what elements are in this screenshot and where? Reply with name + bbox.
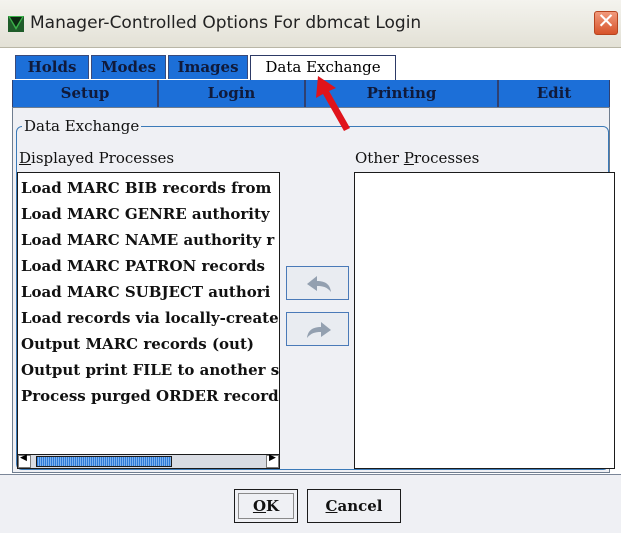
scroll-right-icon: ▶ — [269, 453, 276, 463]
other-processes-label: Other Processes — [355, 149, 479, 167]
list-item[interactable]: Load MARC GENRE authority — [21, 205, 279, 231]
list-item[interactable]: Load MARC PATRON records — [21, 257, 279, 283]
scroll-left-icon: ◀ — [20, 453, 27, 463]
app-window-icon — [8, 16, 24, 32]
button-focus-ring — [238, 493, 294, 519]
tab-label: Modes — [100, 58, 157, 76]
label-text: rocesses — [413, 149, 480, 167]
mnemonic: C — [325, 497, 338, 515]
displayed-processes-list[interactable]: Load MARC BIB records from Load MARC GEN… — [17, 172, 280, 455]
scroll-left-button[interactable]: ◀ — [18, 453, 31, 468]
tab-label: Printing — [366, 84, 437, 102]
tab-label: Images — [177, 58, 239, 76]
mnemonic: D — [19, 149, 32, 167]
move-right-button[interactable] — [286, 312, 349, 346]
close-icon: ✕ — [597, 9, 615, 33]
other-processes-list[interactable] — [354, 172, 615, 469]
tab-setup[interactable]: Setup — [13, 80, 158, 107]
list-item[interactable]: Load MARC NAME authority r — [21, 231, 279, 257]
scroll-right-button[interactable]: ▶ — [266, 453, 279, 468]
tab-holds[interactable]: Holds — [15, 55, 89, 79]
list-item[interactable]: Process purged ORDER record — [21, 387, 279, 413]
move-left-arrow-icon — [307, 276, 331, 292]
list-item[interactable]: Load MARC SUBJECT authori — [21, 283, 279, 309]
tab-label: Holds — [27, 58, 77, 76]
button-label: ancel — [337, 497, 383, 515]
move-right-arrow-icon — [307, 322, 331, 338]
tab-edit[interactable]: Edit — [498, 80, 609, 107]
window-title: Manager-Controlled Options For dbmcat Lo… — [30, 13, 422, 33]
group-legend: Data Exchange — [22, 117, 142, 135]
label-text: Other — [355, 149, 404, 167]
scroll-thumb[interactable] — [36, 456, 172, 467]
tab-login[interactable]: Login — [158, 80, 305, 107]
tab-label: Setup — [60, 84, 110, 102]
title-bar[interactable]: Manager-Controlled Options For dbmcat Lo… — [0, 0, 621, 48]
red-pointer-arrow-icon — [316, 76, 350, 131]
list-item[interactable]: Output print FILE to another s — [21, 361, 279, 387]
tab-label: Login — [207, 84, 256, 102]
cancel-button[interactable]: Cancel — [307, 489, 401, 523]
list-item[interactable]: Load MARC BIB records from — [21, 179, 279, 205]
move-left-button[interactable] — [286, 266, 349, 300]
close-button[interactable]: ✕ — [594, 9, 618, 35]
tab-label: Edit — [536, 84, 572, 102]
label-text: isplayed Processes — [31, 149, 175, 167]
mnemonic: P — [403, 149, 414, 167]
tab-modes[interactable]: Modes — [91, 55, 166, 79]
list-item[interactable]: Output MARC records (out) — [21, 335, 279, 361]
ok-button[interactable]: OK — [234, 489, 298, 523]
tab-images[interactable]: Images — [168, 55, 248, 79]
options-window: Manager-Controlled Options For dbmcat Lo… — [0, 0, 621, 533]
list-item[interactable]: Load records via locally-create — [21, 309, 279, 335]
horizontal-scrollbar[interactable]: ◀ ▶ — [17, 453, 280, 469]
displayed-processes-label: Displayed Processes — [19, 149, 174, 167]
list-items: Load MARC BIB records from Load MARC GEN… — [21, 179, 279, 413]
